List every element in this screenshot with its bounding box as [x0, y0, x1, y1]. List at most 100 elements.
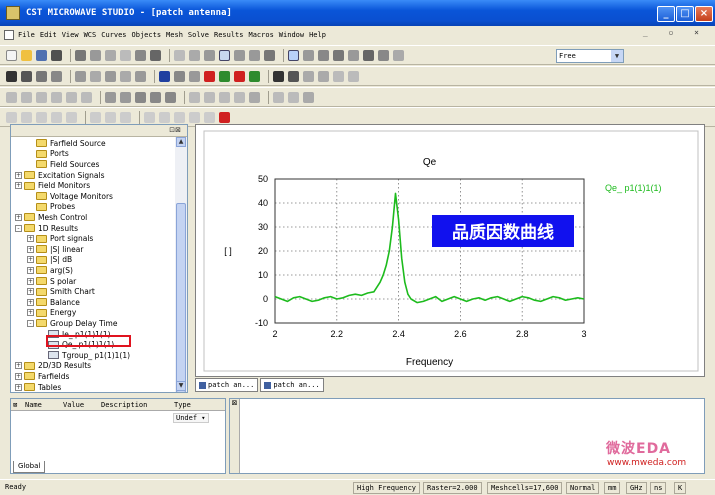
expand-icon[interactable]: +	[27, 288, 34, 296]
menu-view[interactable]: View	[62, 31, 79, 39]
expand-icon[interactable]: +	[15, 171, 22, 179]
select-icon[interactable]	[6, 70, 17, 82]
chevron-down-icon[interactable]: ▼	[611, 50, 623, 62]
tree-item[interactable]: Probes	[27, 202, 75, 213]
transparency-icon[interactable]	[189, 111, 200, 123]
parameter-sweep-icon[interactable]	[393, 49, 404, 61]
collapse-icon[interactable]: -	[27, 319, 34, 327]
mdi-window-controls[interactable]: _ ▫ ×	[643, 28, 707, 37]
zoom-out-icon[interactable]	[249, 49, 260, 61]
tree-item[interactable]: Field Sources	[27, 159, 99, 170]
zoom-fit-icon[interactable]	[264, 49, 275, 61]
move-wcs-icon[interactable]	[105, 111, 116, 123]
line-icon[interactable]	[189, 91, 200, 103]
scale-icon[interactable]	[333, 70, 344, 82]
scroll-down-icon[interactable]: ▼	[176, 381, 186, 391]
expand-icon[interactable]: +	[15, 383, 22, 391]
snap-icon[interactable]	[174, 111, 185, 123]
boundary-icon[interactable]	[189, 70, 200, 82]
doc-tab-2[interactable]: patch an...	[260, 378, 324, 392]
zoom-window-icon[interactable]	[219, 49, 230, 61]
cut-icon[interactable]	[75, 49, 86, 61]
arc-icon[interactable]	[66, 91, 77, 103]
menu-objects[interactable]: Objects	[132, 31, 162, 39]
menu-wcs[interactable]: WCS	[84, 31, 97, 39]
tree-item[interactable]: + Farfields	[15, 371, 69, 382]
tree-item[interactable]: + S polar	[27, 276, 76, 287]
shape-properties-icon[interactable]	[288, 70, 299, 82]
tree-item[interactable]: Voltage Monitors	[27, 191, 113, 202]
expand-icon[interactable]: +	[15, 362, 22, 370]
tab-global[interactable]: Global	[13, 461, 46, 473]
pick-circle-icon[interactable]	[36, 111, 47, 123]
calculator-icon[interactable]	[363, 49, 374, 61]
rotate-profile-icon[interactable]	[120, 91, 131, 103]
scroll-up-icon[interactable]: ▲	[176, 137, 186, 147]
transform-icon[interactable]	[135, 70, 146, 82]
copy-icon[interactable]	[90, 49, 101, 61]
menu-results[interactable]: Results	[214, 31, 244, 39]
curve-icon[interactable]	[36, 70, 47, 82]
menu-solve[interactable]: Solve	[188, 31, 209, 39]
cross-section-icon[interactable]	[144, 111, 155, 123]
dynamic-zoom-icon[interactable]	[204, 49, 215, 61]
print-icon[interactable]	[51, 49, 62, 61]
wireframe-icon[interactable]	[204, 111, 215, 123]
doc-tab-1[interactable]: patch an...	[195, 378, 259, 392]
pick-center-icon[interactable]	[249, 70, 260, 82]
pick-line-icon[interactable]	[21, 111, 32, 123]
trim-icon[interactable]	[204, 91, 215, 103]
open-folder-icon[interactable]	[21, 49, 32, 61]
material-icon[interactable]	[273, 70, 284, 82]
view-mode-icon[interactable]	[288, 49, 299, 61]
settings-icon[interactable]	[303, 91, 314, 103]
new-file-icon[interactable]	[6, 49, 17, 61]
scrollbar-thumb[interactable]	[176, 203, 186, 392]
chamfer-icon[interactable]	[249, 91, 260, 103]
expand-icon[interactable]: +	[15, 213, 22, 221]
polyline-icon[interactable]	[6, 91, 17, 103]
expand-icon[interactable]: +	[15, 182, 22, 190]
close-button[interactable]: ×	[695, 6, 713, 22]
tree-item[interactable]: + Excitation Signals	[15, 170, 105, 181]
tree-item[interactable]: + Port signals	[27, 233, 93, 244]
tree-item[interactable]: Tgroup_ p1(1)1(1)	[39, 350, 130, 361]
info-icon[interactable]	[288, 91, 299, 103]
ellipse-icon[interactable]	[36, 91, 47, 103]
sphere-icon[interactable]	[51, 70, 62, 82]
mesh-properties-icon[interactable]	[348, 49, 359, 61]
rotate-icon[interactable]	[174, 49, 185, 61]
rectangle-icon[interactable]	[51, 91, 62, 103]
align-wcs-icon[interactable]	[120, 111, 131, 123]
blend-icon[interactable]	[348, 70, 359, 82]
paste-icon[interactable]	[105, 49, 116, 61]
zoom-in-icon[interactable]	[234, 49, 245, 61]
pan-icon[interactable]	[189, 49, 200, 61]
pick-icon[interactable]	[6, 111, 17, 123]
local-wcs-icon[interactable]	[90, 111, 101, 123]
tree-item[interactable]: + |S| linear	[27, 244, 83, 255]
sweep-icon[interactable]	[150, 91, 161, 103]
spline-icon[interactable]	[81, 91, 92, 103]
history-icon[interactable]	[150, 49, 161, 61]
tree-item[interactable]: + Tables	[15, 382, 61, 392]
working-plane-icon[interactable]	[159, 111, 170, 123]
close-icon[interactable]: ⊠	[232, 399, 238, 407]
extrude-icon[interactable]	[105, 91, 116, 103]
col-value[interactable]: Value	[63, 401, 84, 409]
offset-icon[interactable]	[219, 91, 230, 103]
menu-macros[interactable]: Macros	[249, 31, 274, 39]
cylinder-icon[interactable]	[75, 70, 86, 82]
mesh-view-icon[interactable]	[333, 49, 344, 61]
col-name[interactable]: Name	[25, 401, 42, 409]
boolean-icon[interactable]	[120, 70, 131, 82]
pick-square-icon[interactable]	[66, 111, 77, 123]
tree-item[interactable]: + Energy	[27, 308, 76, 319]
mirror-icon[interactable]	[318, 70, 329, 82]
shell-icon[interactable]	[165, 91, 176, 103]
tree-item[interactable]: + Smith Chart	[27, 286, 95, 297]
delete-icon[interactable]	[120, 49, 131, 61]
type-dropdown[interactable]: Undef ▾	[173, 413, 209, 423]
pick-face-icon[interactable]	[234, 70, 245, 82]
tree-item[interactable]: + Balance	[27, 297, 80, 308]
